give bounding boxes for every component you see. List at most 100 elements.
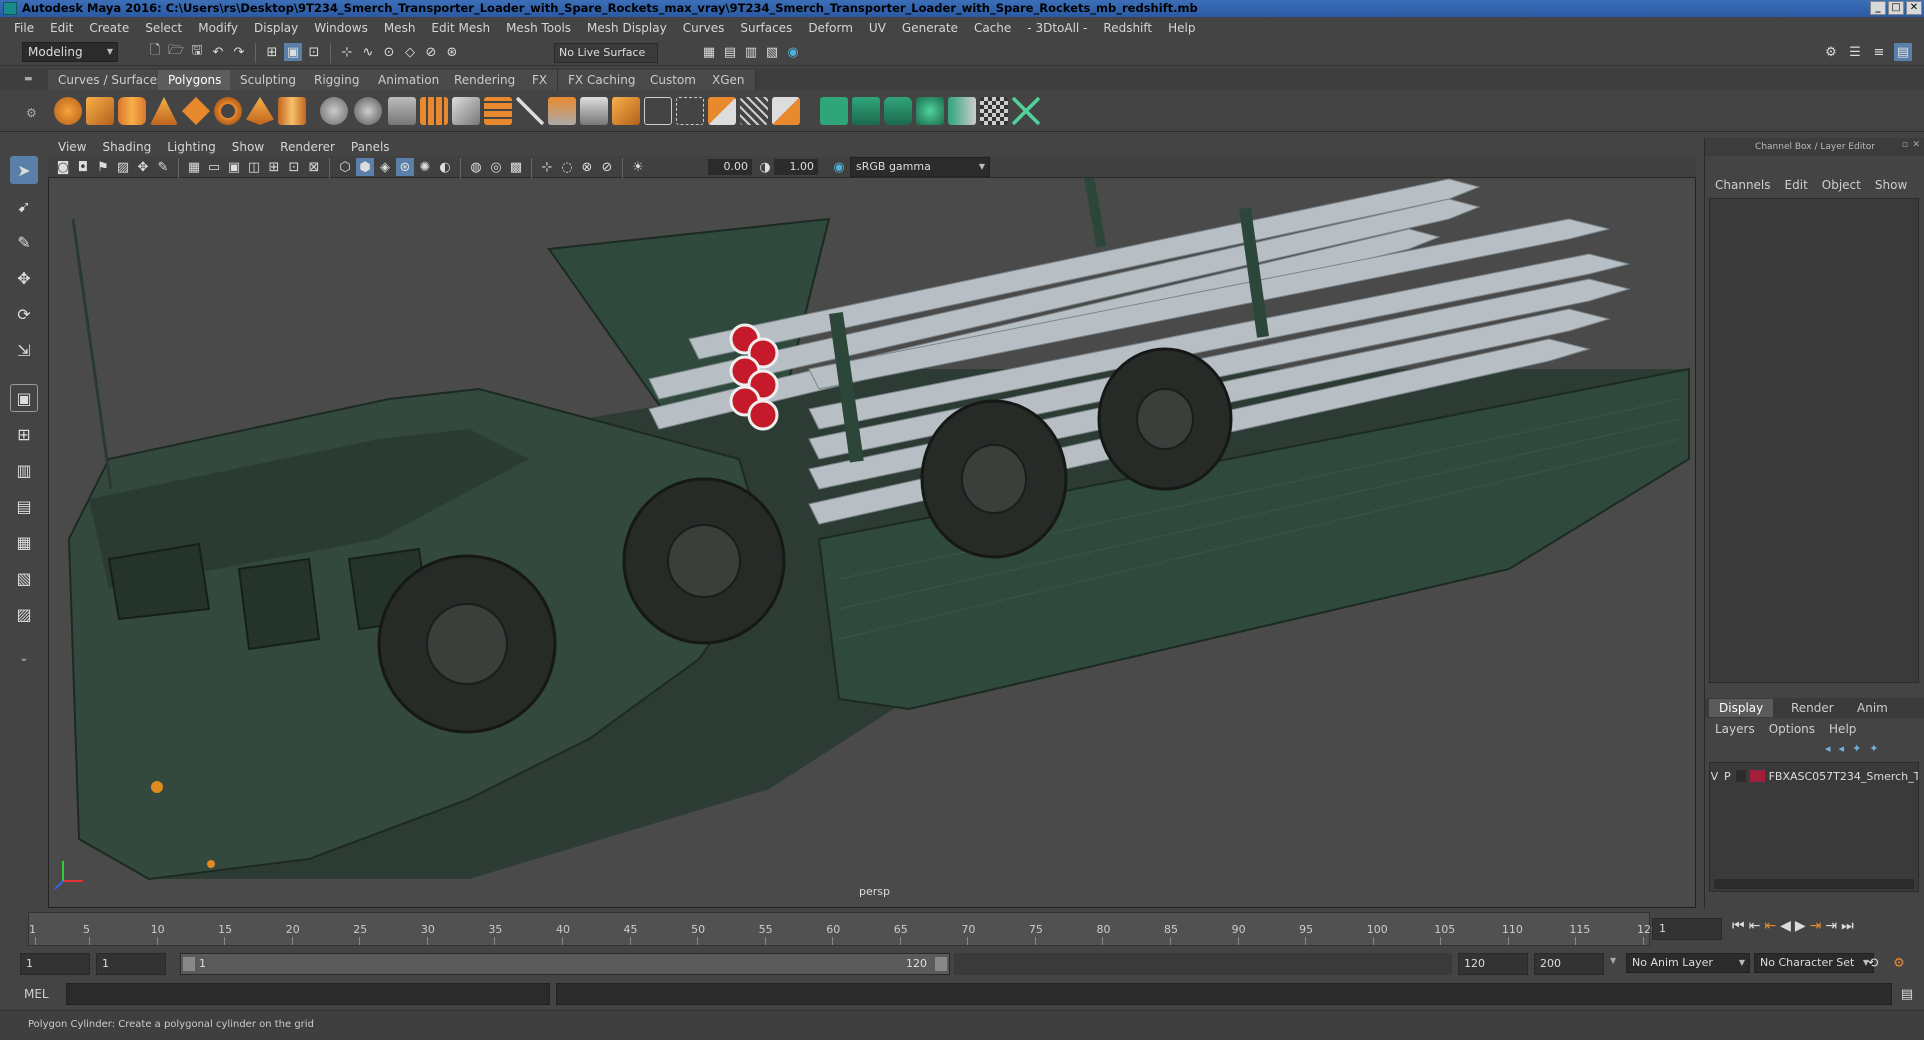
step-back-key-icon[interactable]: ⇤	[1749, 918, 1761, 934]
close-panel-icon[interactable]: ✕	[1912, 140, 1920, 150]
cut-uv-icon[interactable]	[1012, 97, 1040, 125]
poly-cube-icon[interactable]	[86, 97, 114, 125]
layout-expand-icon[interactable]: ⌄	[10, 644, 38, 672]
unfold-uv-icon[interactable]	[948, 97, 976, 125]
color-management-icon[interactable]: ◉	[830, 158, 848, 176]
shelf-menu-icon[interactable]: ▬	[24, 74, 33, 84]
menu-display[interactable]: Display	[246, 21, 306, 35]
image-plane-icon[interactable]: ▨	[114, 158, 132, 176]
show-menu[interactable]: Show	[1875, 178, 1907, 192]
wireframe-on-shaded-icon[interactable]: ◈	[376, 158, 394, 176]
tab-xgen[interactable]: XGen	[702, 70, 756, 90]
step-back-frame-icon[interactable]: ⇤	[1764, 918, 1776, 934]
redo-icon[interactable]: ↷	[230, 43, 248, 61]
menu-curves[interactable]: Curves	[675, 21, 733, 35]
poly-pyramid-icon[interactable]	[246, 97, 274, 125]
safe-title-icon[interactable]: ⊠	[305, 158, 323, 176]
vp-menu-lighting[interactable]: Lighting	[167, 140, 216, 154]
menu-mesh-display[interactable]: Mesh Display	[579, 21, 675, 35]
tab-fx-caching[interactable]: FX Caching	[558, 70, 647, 90]
boolean-icon[interactable]	[452, 97, 480, 125]
xray-icon[interactable]: ◌	[558, 158, 576, 176]
menu-cache[interactable]: Cache	[966, 21, 1019, 35]
menu-redshift[interactable]: Redshift	[1095, 21, 1160, 35]
object-menu[interactable]: Object	[1822, 178, 1861, 192]
hypershade-layout-icon[interactable]: ▦	[10, 528, 38, 556]
menu-windows[interactable]: Windows	[306, 21, 376, 35]
step-forward-frame-icon[interactable]: ⇥	[1810, 918, 1822, 934]
tab-polygons[interactable]: Polygons	[158, 70, 233, 90]
save-scene-icon[interactable]: 🖫	[188, 43, 206, 61]
anti-aliasing-icon[interactable]: ▩	[507, 158, 525, 176]
make-live-icon[interactable]: ⊘	[422, 43, 440, 61]
tab-rigging[interactable]: Rigging	[304, 70, 371, 90]
select-hierarchy-icon[interactable]: ⊞	[263, 43, 281, 61]
extrude-icon[interactable]	[548, 97, 576, 125]
menu-deform[interactable]: Deform	[800, 21, 861, 35]
gamma-field[interactable]: 1.00	[774, 159, 818, 175]
extract-icon[interactable]	[388, 97, 416, 125]
anim-layer-dropdown[interactable]: No Anim Layer	[1626, 953, 1750, 973]
menu-help[interactable]: Help	[1160, 21, 1203, 35]
menu-generate[interactable]: Generate	[894, 21, 966, 35]
menu-edit[interactable]: Edit	[42, 21, 81, 35]
menu-uv[interactable]: UV	[861, 21, 894, 35]
tab-animation[interactable]: Animation	[368, 70, 451, 90]
persp-uv-layout-icon[interactable]: ▧	[10, 564, 38, 592]
ipr-render-icon[interactable]: ▥	[742, 43, 760, 61]
cylindrical-mapping-icon[interactable]	[884, 97, 912, 125]
collapse-icon[interactable]	[772, 97, 800, 125]
outliner-layout-icon[interactable]: ▨	[10, 600, 38, 628]
snap-point-icon[interactable]: ⊙	[380, 43, 398, 61]
layer-row[interactable]: V P FBXASC057T234_Smerch_Tran	[1710, 767, 1918, 785]
camera-select-icon[interactable]: ◙	[54, 158, 72, 176]
render-current-icon[interactable]: ▤	[721, 43, 739, 61]
bevel-icon[interactable]	[612, 97, 640, 125]
smooth-shade-icon[interactable]: ⬢	[356, 158, 374, 176]
menu-mesh-tools[interactable]: Mesh Tools	[498, 21, 579, 35]
multi-cut-icon[interactable]	[516, 97, 544, 125]
vp-menu-panels[interactable]: Panels	[351, 140, 390, 154]
select-component-icon[interactable]: ⊡	[305, 43, 323, 61]
animation-preferences-icon[interactable]: ⚙	[1890, 954, 1908, 972]
help-menu[interactable]: Help	[1829, 722, 1856, 736]
poly-cylinder-icon[interactable]	[118, 97, 146, 125]
new-scene-icon[interactable]: 🗋	[146, 43, 164, 61]
tab-fx[interactable]: FX	[522, 70, 559, 90]
range-dropdown-icon[interactable]: ▼	[1610, 956, 1616, 965]
select-tool-icon[interactable]: ➤	[10, 156, 38, 184]
modeling-toolkit-icon[interactable]: ⚙	[1822, 43, 1840, 61]
select-object-icon[interactable]: ▣	[284, 43, 302, 61]
step-forward-key-icon[interactable]: ⇥	[1825, 918, 1837, 934]
vp-menu-renderer[interactable]: Renderer	[280, 140, 335, 154]
poly-plane-icon[interactable]	[182, 97, 210, 125]
fill-hole-icon[interactable]	[676, 97, 704, 125]
2d-pan-zoom-icon[interactable]: ✥	[134, 158, 152, 176]
tab-curves-surfaces[interactable]: Curves / Surfaces	[48, 70, 175, 90]
poly-sphere-icon[interactable]	[54, 97, 82, 125]
snap-view-plane-icon[interactable]: ◇	[401, 43, 419, 61]
range-end-handle[interactable]	[935, 957, 947, 971]
vp-menu-show[interactable]: Show	[232, 140, 264, 154]
scale-tool-icon[interactable]: ⇲	[10, 336, 38, 364]
command-language-label[interactable]: MEL	[24, 987, 49, 1001]
vp-menu-shading[interactable]: Shading	[102, 140, 151, 154]
lasso-tool-icon[interactable]: ➹	[10, 192, 38, 220]
uv-editor-icon[interactable]	[820, 97, 848, 125]
menu-edit-mesh[interactable]: Edit Mesh	[423, 21, 498, 35]
rotate-tool-icon[interactable]: ⟳	[10, 300, 38, 328]
channels-menu[interactable]: Channels	[1715, 178, 1771, 192]
four-view-layout-icon[interactable]: ⊞	[10, 420, 38, 448]
single-view-layout-icon[interactable]: ▣	[10, 384, 38, 412]
mode-dropdown[interactable]: Modeling	[22, 42, 118, 62]
undo-icon[interactable]: ↶	[209, 43, 227, 61]
layer-name[interactable]: FBXASC057T234_Smerch_Tran	[1769, 770, 1918, 783]
current-frame-field[interactable]: 1	[1652, 918, 1722, 940]
end-time-field[interactable]: 200	[1534, 953, 1604, 975]
options-menu[interactable]: Options	[1769, 722, 1815, 736]
perspective-viewport[interactable]: persp	[48, 138, 1696, 908]
snap-curve-icon[interactable]: ∿	[359, 43, 377, 61]
menu-surfaces[interactable]: Surfaces	[732, 21, 800, 35]
paint-select-tool-icon[interactable]: ✎	[10, 228, 38, 256]
xray-joints-icon[interactable]: ⊗	[578, 158, 596, 176]
